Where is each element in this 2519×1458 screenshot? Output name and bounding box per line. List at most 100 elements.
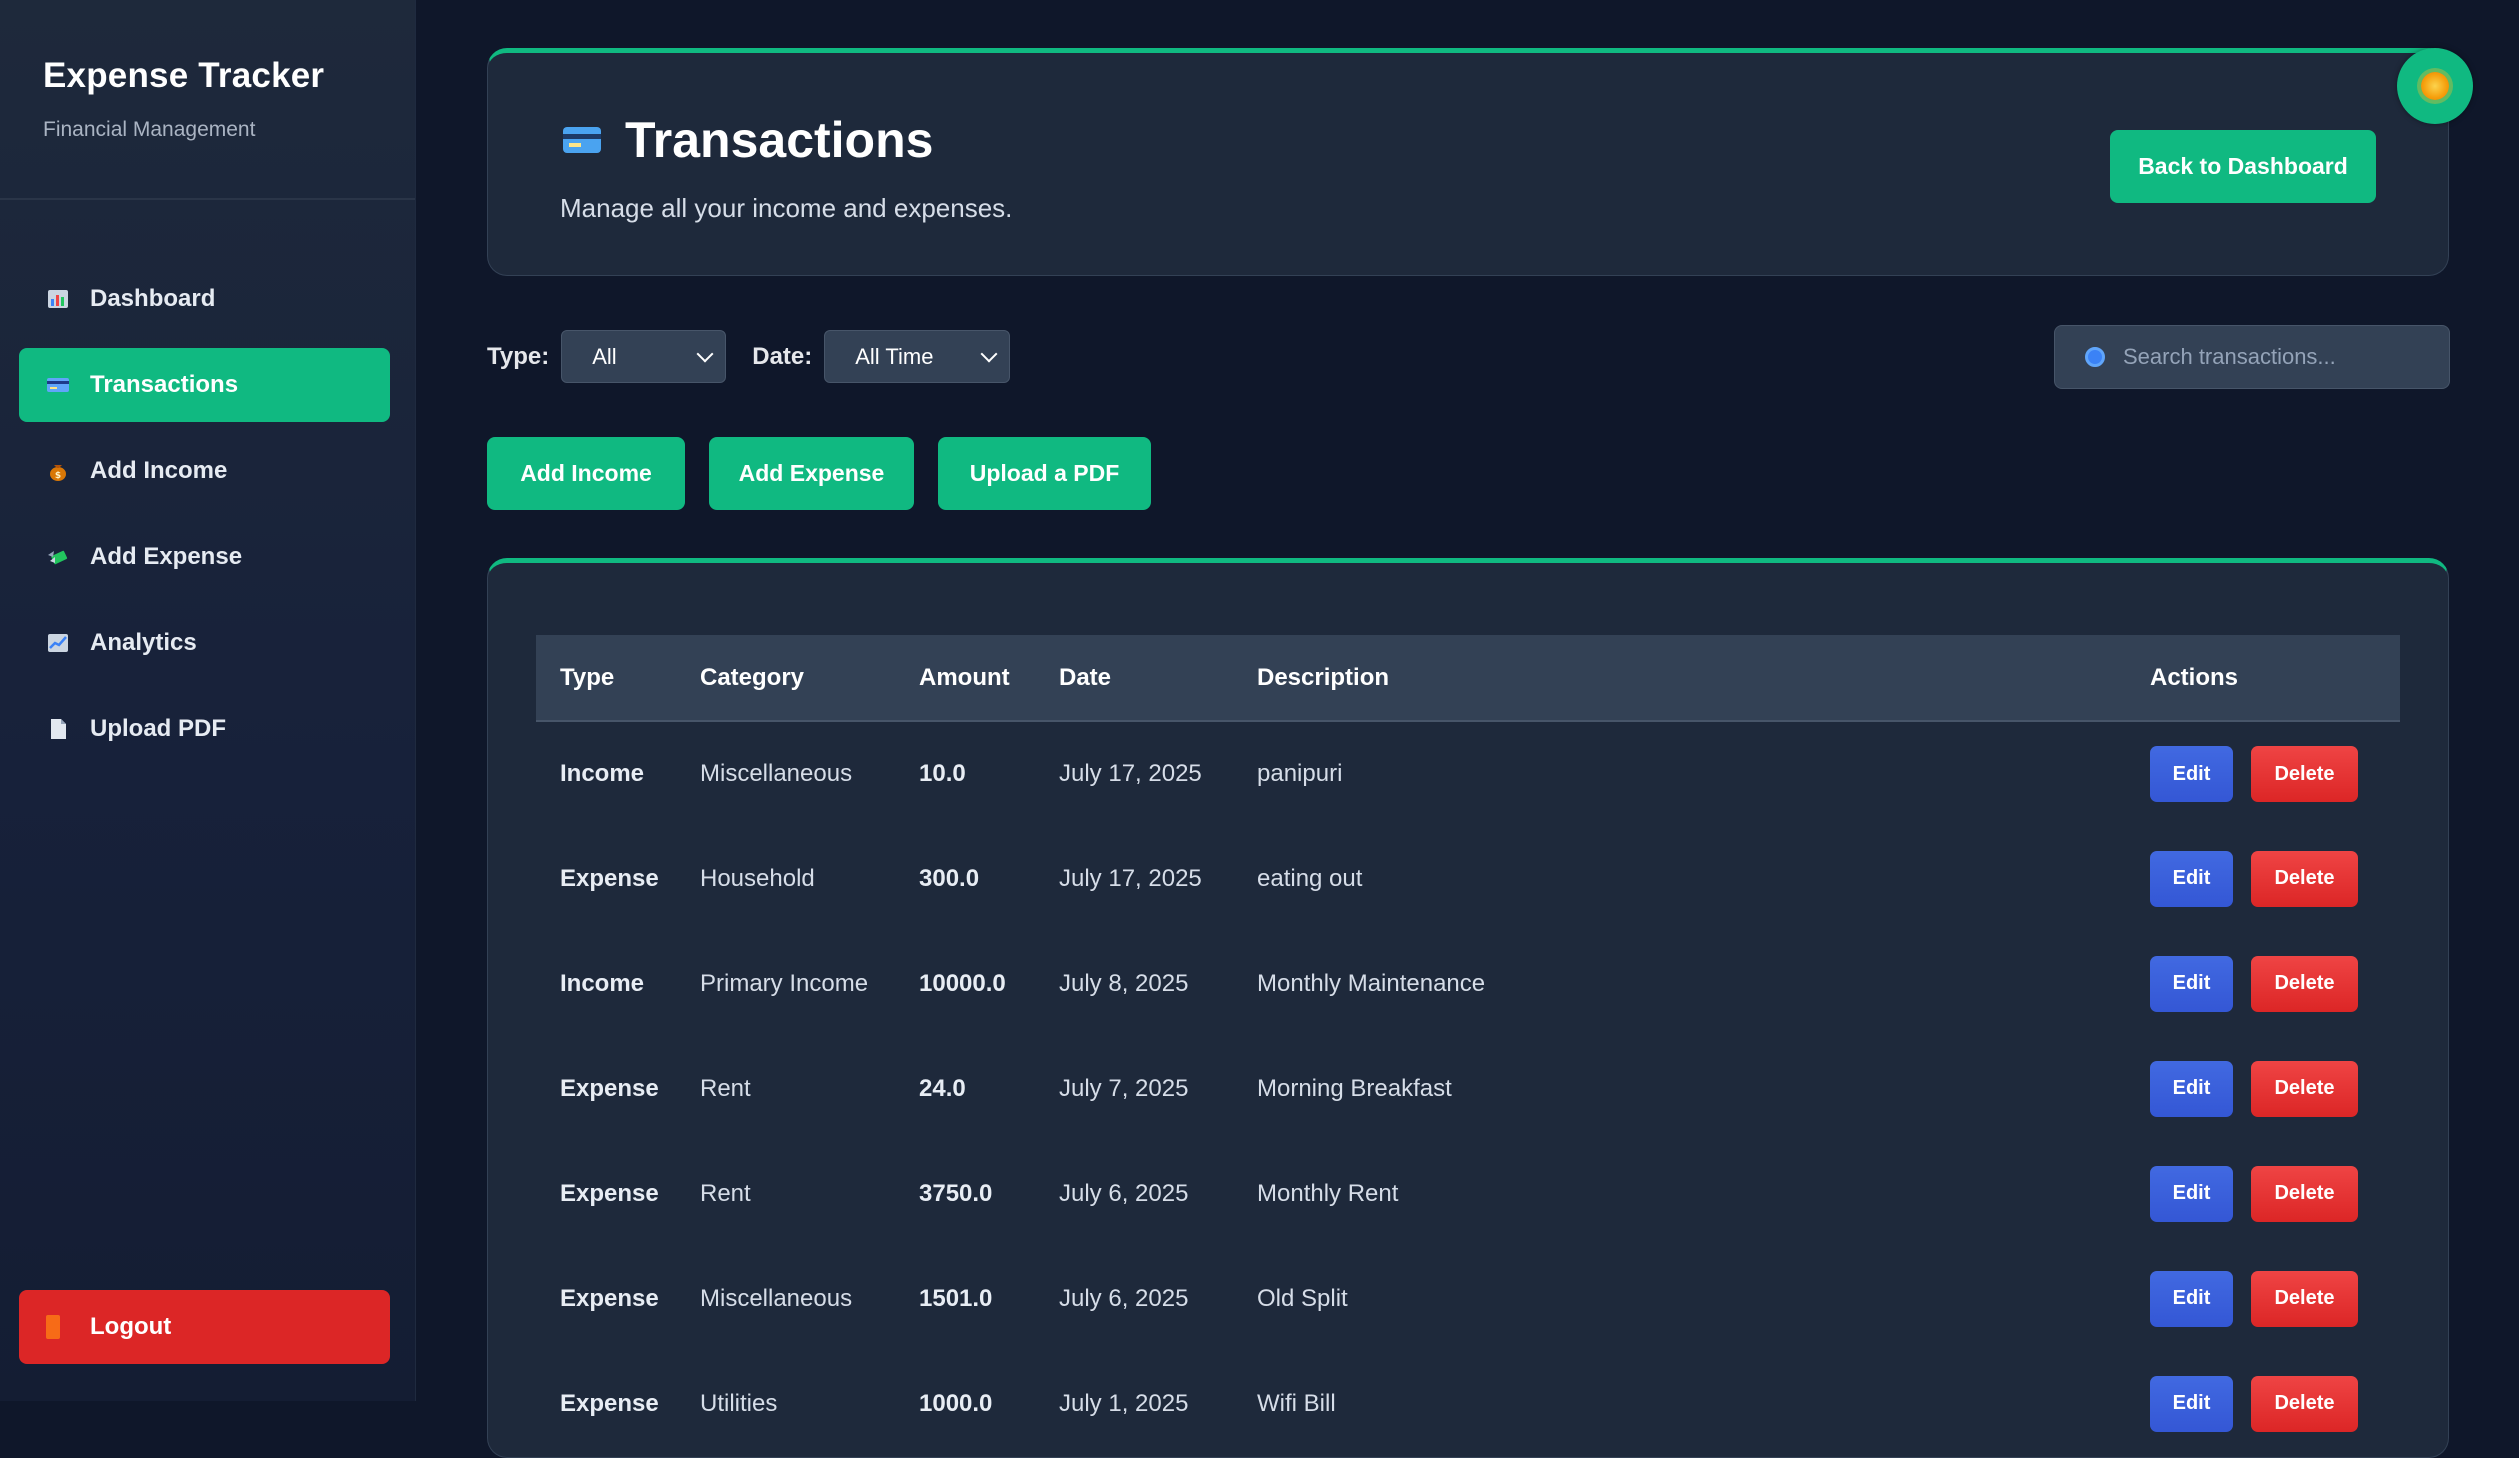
cell-category: Miscellaneous xyxy=(700,1284,853,1312)
cell-amount: 24.0 xyxy=(919,1074,966,1102)
cell-amount: 300.0 xyxy=(919,864,980,892)
column-header-actions: Actions xyxy=(2126,635,2400,722)
edit-button[interactable]: Edit xyxy=(2150,1165,2233,1222)
sidebar-item-add-income[interactable]: $ Add Income xyxy=(19,434,390,508)
cell-type: Expense xyxy=(560,1284,659,1312)
table-row: Expense Miscellaneous 1501.0 July 6, 202… xyxy=(536,1246,2400,1351)
date-filter-label: Date: xyxy=(752,342,813,370)
cell-actions: Edit Delete xyxy=(2126,1246,2400,1351)
edit-button[interactable]: Edit xyxy=(2150,1270,2233,1327)
cell-category: Primary Income xyxy=(700,969,869,997)
cell-category: Utilities xyxy=(700,1389,778,1417)
upload-pdf-button[interactable]: Upload a PDF xyxy=(938,437,1151,510)
edit-button[interactable]: Edit xyxy=(2150,1060,2233,1117)
search-input[interactable]: Search transactions... xyxy=(2054,325,2450,389)
delete-button[interactable]: Delete xyxy=(2251,1270,2358,1327)
sidebar-item-transactions[interactable]: Transactions xyxy=(19,348,390,422)
document-icon xyxy=(46,717,70,741)
back-to-dashboard-button[interactable]: Back to Dashboard xyxy=(2110,130,2376,203)
cell-actions: Edit Delete xyxy=(2126,1141,2400,1246)
sidebar-item-add-expense[interactable]: Add Expense xyxy=(19,520,390,594)
cell-date: July 17, 2025 xyxy=(1059,760,1202,787)
cell-description: Morning Breakfast xyxy=(1257,1074,1452,1102)
cell-description: Wifi Bill xyxy=(1257,1389,1336,1417)
sidebar-item-dashboard[interactable]: Dashboard xyxy=(19,262,390,336)
edit-button[interactable]: Edit xyxy=(2150,850,2233,907)
filters-bar: Type: All Date: All Time xyxy=(487,330,1036,383)
cell-type: Expense xyxy=(560,1179,659,1207)
cell-date: July 6, 2025 xyxy=(1059,1179,1189,1207)
cell-amount: 1000.0 xyxy=(919,1389,993,1417)
theme-toggle-button[interactable] xyxy=(2397,48,2473,124)
delete-button[interactable]: Delete xyxy=(2251,850,2358,907)
cell-date: July 8, 2025 xyxy=(1059,969,1189,997)
cell-amount: 10.0 xyxy=(919,760,966,787)
cell-actions: Edit Delete xyxy=(2126,1036,2400,1141)
cell-type: Expense xyxy=(560,864,659,892)
action-buttons: Add Income Add Expense Upload a PDF xyxy=(487,437,1175,510)
sidebar-item-label: Analytics xyxy=(90,629,197,656)
door-icon xyxy=(46,1315,60,1339)
cell-actions: Edit Delete xyxy=(2126,931,2400,1036)
cell-category: Household xyxy=(700,864,815,892)
delete-button[interactable]: Delete xyxy=(2251,1060,2358,1117)
cell-type: Income xyxy=(560,969,645,997)
table-header-row: Type Category Amount Date Description Ac… xyxy=(536,635,2400,722)
delete-button[interactable]: Delete xyxy=(2251,746,2358,802)
column-header-category: Category xyxy=(676,635,895,722)
cell-description: panipuri xyxy=(1257,760,1343,787)
cell-type: Expense xyxy=(560,1074,659,1102)
type-select[interactable]: All xyxy=(561,330,727,383)
page-title: Transactions xyxy=(625,112,934,168)
sidebar-item-label: Add Income xyxy=(90,457,228,484)
cell-date: July 17, 2025 xyxy=(1059,864,1202,892)
cell-date: July 6, 2025 xyxy=(1059,1284,1189,1312)
table-row: Expense Household 300.0 July 17, 2025 ea… xyxy=(536,826,2400,931)
bar-chart-icon xyxy=(46,287,70,311)
type-select-value: All xyxy=(592,343,617,369)
edit-button[interactable]: Edit xyxy=(2150,746,2233,802)
brand-subtitle: Financial Management xyxy=(43,118,256,141)
sidebar-item-upload-pdf[interactable]: Upload PDF xyxy=(19,692,390,766)
sidebar-item-analytics[interactable]: Analytics xyxy=(19,606,390,680)
cell-type: Expense xyxy=(560,1389,659,1417)
chart-up-icon xyxy=(46,631,70,655)
sidebar-item-label: Dashboard xyxy=(90,285,216,312)
sidebar-item-label: Upload PDF xyxy=(90,715,226,742)
money-wings-icon xyxy=(46,545,70,569)
money-bag-icon: $ xyxy=(46,459,70,483)
cell-actions: Edit Delete xyxy=(2126,826,2400,931)
table-row: Expense Utilities 1000.0 July 1, 2025 Wi… xyxy=(536,1351,2400,1456)
sun-icon xyxy=(2421,72,2449,100)
date-select[interactable]: All Time xyxy=(824,330,1011,383)
cell-actions: Edit Delete xyxy=(2126,721,2400,826)
transactions-table: Type Category Amount Date Description Ac… xyxy=(536,635,2400,1456)
type-filter-label: Type: xyxy=(487,342,550,370)
cell-description: Monthly Rent xyxy=(1257,1179,1399,1207)
add-expense-button[interactable]: Add Expense xyxy=(709,437,914,510)
edit-button[interactable]: Edit xyxy=(2150,955,2233,1012)
edit-button[interactable]: Edit xyxy=(2150,1375,2233,1432)
delete-button[interactable]: Delete xyxy=(2251,955,2358,1012)
svg-text:$: $ xyxy=(55,471,61,481)
sidebar-item-label: Add Expense xyxy=(90,543,243,570)
delete-button[interactable]: Delete xyxy=(2251,1165,2358,1222)
credit-card-icon xyxy=(46,373,70,397)
page-title-row: Transactions xyxy=(563,111,933,169)
chevron-down-icon xyxy=(696,345,714,362)
table-row: Income Miscellaneous 10.0 July 17, 2025 … xyxy=(536,721,2400,826)
brand: Expense Tracker Financial Management xyxy=(0,0,415,200)
sidebar: Expense Tracker Financial Management Das… xyxy=(0,0,416,1401)
page-header-card: Transactions Manage all your income and … xyxy=(487,48,2449,276)
date-select-value: All Time xyxy=(855,343,934,369)
logout-label: Logout xyxy=(90,1313,172,1340)
cell-category: Rent xyxy=(700,1074,751,1102)
delete-button[interactable]: Delete xyxy=(2251,1375,2358,1432)
cell-date: July 7, 2025 xyxy=(1059,1074,1189,1102)
cell-category: Rent xyxy=(700,1179,751,1207)
search-placeholder: Search transactions... xyxy=(2123,344,2336,369)
column-header-amount: Amount xyxy=(895,635,1035,722)
add-income-button[interactable]: Add Income xyxy=(487,437,685,510)
column-header-date: Date xyxy=(1035,635,1233,722)
logout-button[interactable]: Logout xyxy=(19,1290,390,1364)
